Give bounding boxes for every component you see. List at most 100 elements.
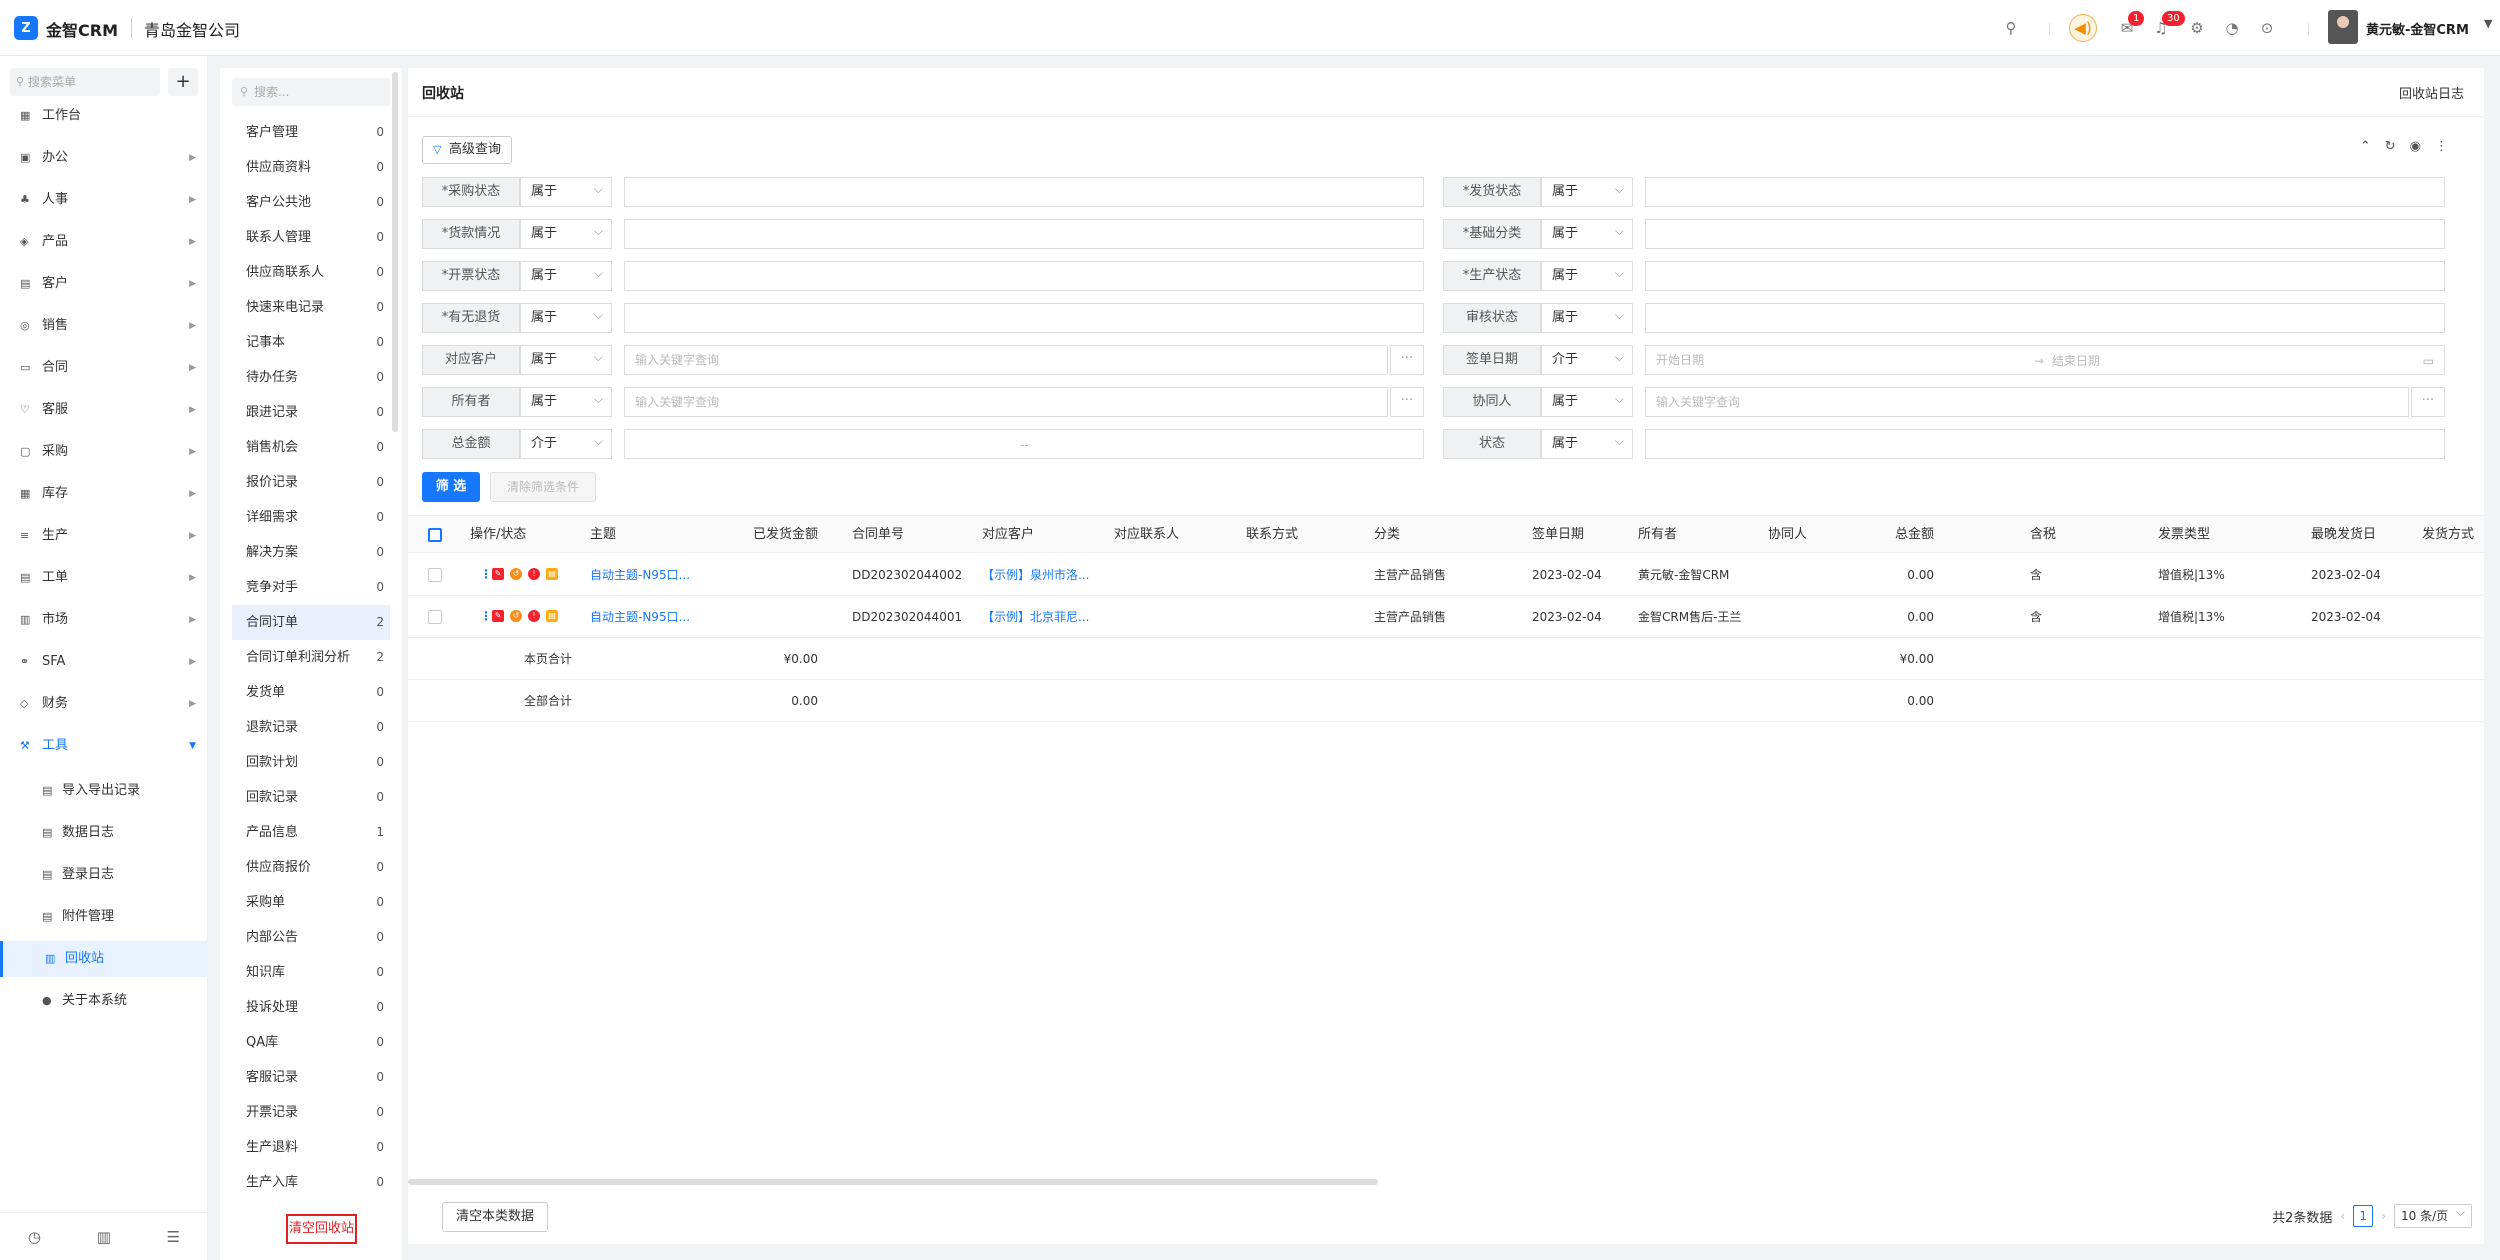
gear-icon[interactable]: ⚙ — [2186, 17, 2208, 39]
category-item[interactable]: QA库 0 — [232, 1025, 390, 1060]
filter-operator-select[interactable]: 属于 — [520, 217, 612, 249]
filter-value-input[interactable]: 输入关键字查询 — [624, 387, 1388, 417]
column-header[interactable]: 对应客户 — [982, 516, 1034, 554]
sidebar-item[interactable]: ▦ 库存 ▶ — [0, 476, 208, 512]
filter-value-input[interactable] — [624, 261, 1424, 291]
column-header[interactable]: 合同单号 — [852, 516, 904, 554]
category-item[interactable]: 发货单 0 — [232, 675, 390, 710]
column-header[interactable]: 已发货金额 — [718, 516, 818, 554]
select-all-checkbox[interactable] — [428, 528, 442, 542]
category-item[interactable]: 退款记录 0 — [232, 710, 390, 745]
column-header[interactable]: 对应联系人 — [1114, 516, 1179, 554]
filter-operator-select[interactable]: 属于 — [1541, 301, 1633, 333]
category-item[interactable]: 报价记录 0 — [232, 465, 390, 500]
clear-filter-button[interactable]: 清除筛选条件 — [490, 472, 596, 502]
filter-value-input[interactable]: 输入关键字查询 — [624, 345, 1388, 375]
pie-chart-icon[interactable]: ◔ — [2221, 17, 2243, 39]
sidebar-item[interactable]: ⚒ 工具 ▼ — [0, 728, 208, 764]
sidebar-item[interactable]: ▤ 工单 ▶ — [0, 560, 208, 596]
menu-search-input[interactable]: 搜索菜单 — [10, 68, 160, 96]
clear-recycle-bin-button[interactable]: 清空回收站 — [286, 1214, 358, 1244]
column-header[interactable]: 签单日期 — [1532, 516, 1584, 554]
category-item[interactable]: 产品信息 1 — [232, 815, 390, 850]
page-size-select[interactable]: 10 条/页 — [2394, 1201, 2472, 1228]
filter-value-input[interactable] — [1645, 429, 2445, 459]
restore-icon[interactable]: ↺ — [510, 568, 522, 580]
category-item[interactable]: 供应商联系人 0 — [232, 255, 390, 290]
sidebar-item[interactable]: ≡ 生产 ▶ — [0, 518, 208, 554]
sidebar-item[interactable]: ▦ 工作台 — [0, 98, 208, 134]
edit-icon[interactable]: ✎ — [492, 568, 504, 580]
category-scrollbar[interactable] — [392, 72, 398, 432]
category-item[interactable]: 快速来电记录 0 — [232, 290, 390, 325]
filter-value-input[interactable] — [624, 303, 1424, 333]
category-item[interactable]: 跟进记录 0 — [232, 395, 390, 430]
sidebar-item[interactable]: ♣ 人事 ▶ — [0, 182, 208, 218]
more-actions-icon[interactable]: ⋮ — [480, 568, 492, 580]
category-item[interactable]: 销售机会 0 — [232, 430, 390, 465]
category-item[interactable]: 开票记录 0 — [232, 1095, 390, 1130]
layout-icon[interactable]: ▥ — [97, 1228, 111, 1246]
category-item[interactable]: 回款记录 0 — [232, 780, 390, 815]
filter-operator-select[interactable]: 属于 — [520, 175, 612, 207]
sidebar-item[interactable]: ◇ 财务 ▶ — [0, 686, 208, 722]
cell-customer[interactable]: 【示例】北京菲尼... — [982, 596, 1089, 638]
filter-value-input[interactable]: 开始日期 → 结束日期 ▭ — [1645, 345, 2445, 375]
filter-value-input[interactable] — [1645, 303, 2445, 333]
filter-value-input[interactable] — [1645, 177, 2445, 207]
category-item[interactable]: 合同订单 2 — [232, 605, 390, 640]
filter-operator-select[interactable]: 介于 — [520, 427, 612, 459]
column-header[interactable]: 协同人 — [1768, 516, 1807, 554]
ellipsis-picker-icon[interactable]: ··· — [1390, 387, 1424, 417]
table-row[interactable]: ⋮ ✎ ↺! ▤ 自动主题-N95口... DD202302044001 【示例】北京菲尼.… — [408, 596, 2484, 638]
collapse-menu-icon[interactable]: ☰ — [167, 1228, 180, 1246]
table-row[interactable]: ⋮ ✎ ↺! ▤ 自动主题-N95口... DD202302044002 【示例】泉州市洛.… — [408, 554, 2484, 596]
cell-subject[interactable]: 自动主题-N95口... — [590, 596, 690, 638]
more-actions-icon[interactable]: ⋮ — [480, 610, 492, 622]
category-item[interactable]: 采购单 0 — [232, 885, 390, 920]
column-header[interactable]: 最晚发货日 — [2311, 516, 2376, 554]
advanced-query-button[interactable]: ▽ 高级查询 — [422, 136, 513, 164]
search-icon[interactable]: ⚲ — [2000, 17, 2022, 39]
collapse-icon[interactable]: ⌃ — [2360, 139, 2371, 154]
brand-name[interactable]: 金智CRM — [46, 17, 118, 41]
calendar-icon[interactable]: ▭ — [2423, 346, 2434, 376]
sidebar-item[interactable]: ▤ 客户 ▶ — [0, 266, 208, 302]
more-icon[interactable]: ⋮ — [2435, 139, 2448, 154]
category-item[interactable]: 客服记录 0 — [232, 1060, 390, 1095]
ellipsis-picker-icon[interactable]: ··· — [1390, 345, 1424, 375]
sidebar-subitem[interactable]: ▤ 登录日志 — [0, 857, 208, 893]
filter-operator-select[interactable]: 属于 — [1541, 427, 1633, 459]
next-page-icon[interactable]: › — [2381, 1209, 2386, 1223]
filter-operator-select[interactable]: 属于 — [1541, 385, 1633, 417]
category-item[interactable]: 生产入库 0 — [232, 1165, 390, 1200]
category-item[interactable]: 合同订单利润分析 2 — [232, 640, 390, 675]
bell-icon[interactable]: ♫ 30 — [2150, 11, 2185, 39]
history-icon[interactable]: ◷ — [28, 1228, 41, 1246]
sidebar-subitem[interactable]: ▥ 回收站 — [0, 941, 208, 977]
filter-operator-select[interactable]: 属于 — [1541, 175, 1633, 207]
category-item[interactable]: 生产退料 0 — [232, 1130, 390, 1165]
user-name[interactable]: 黄元敏-金智CRM — [2366, 19, 2469, 38]
column-header[interactable]: 含税 — [2030, 516, 2056, 554]
column-header[interactable]: 主题 — [590, 516, 616, 554]
sidebar-item[interactable]: ⚭ SFA ▶ — [0, 644, 208, 680]
sidebar-subitem[interactable]: ▤ 附件管理 — [0, 899, 208, 935]
filter-operator-select[interactable]: 属于 — [520, 343, 612, 375]
column-header[interactable]: 操作/状态 — [470, 516, 526, 554]
page-number[interactable]: 1 — [2353, 1205, 2374, 1227]
edit-icon[interactable]: ✎ — [492, 610, 504, 622]
column-header[interactable]: 分类 — [1374, 516, 1400, 554]
category-item[interactable]: 投诉处理 0 — [232, 990, 390, 1025]
sidebar-item[interactable]: ▥ 市场 ▶ — [0, 602, 208, 638]
sidebar-item[interactable]: ◎ 销售 ▶ — [0, 308, 208, 344]
sidebar-subitem[interactable]: ▤ 数据日志 — [0, 815, 208, 851]
add-icon[interactable]: + — [168, 68, 198, 96]
filter-button[interactable]: 筛 选 — [422, 472, 480, 502]
help-icon[interactable]: ⊙ — [2256, 17, 2278, 39]
sidebar-item[interactable]: ♡ 客服 ▶ — [0, 392, 208, 428]
column-header[interactable]: 发票类型 — [2158, 516, 2210, 554]
category-item[interactable]: 待办任务 0 — [232, 360, 390, 395]
category-item[interactable]: 解决方案 0 — [232, 535, 390, 570]
column-header[interactable]: 所有者 — [1638, 516, 1677, 554]
